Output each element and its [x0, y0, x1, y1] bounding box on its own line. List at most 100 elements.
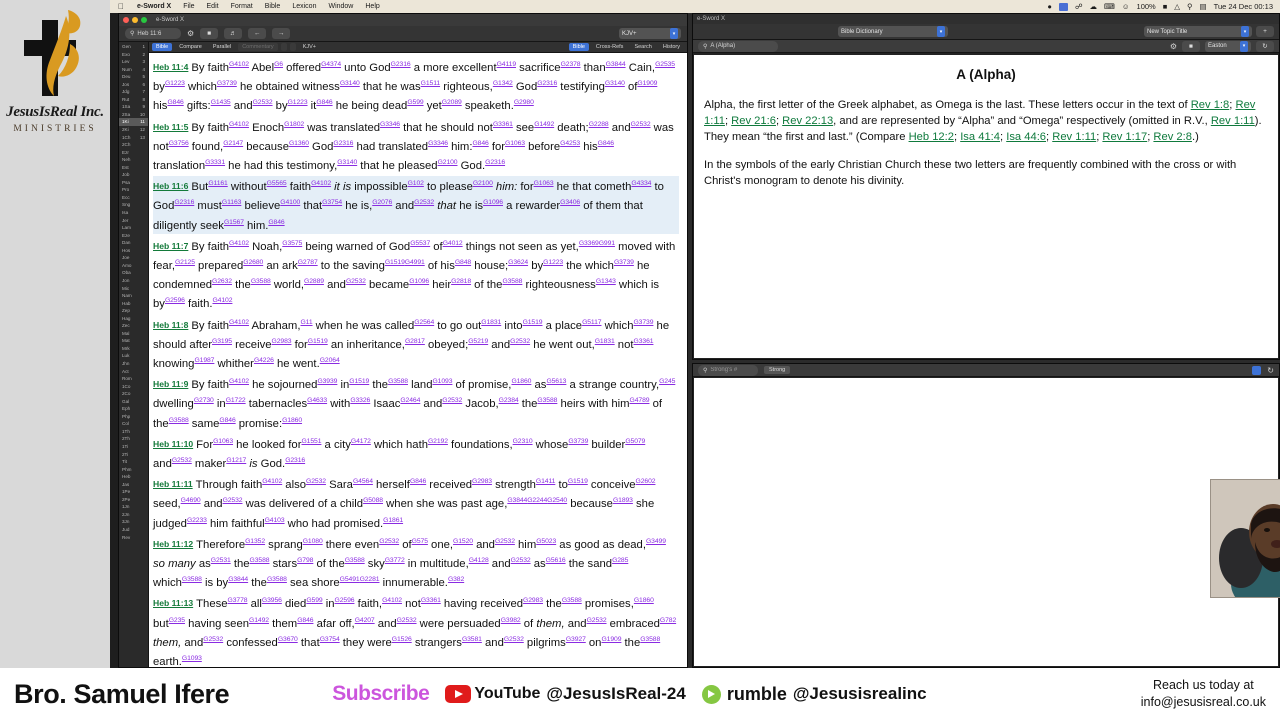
strongs-number[interactable]: G2125: [175, 259, 195, 266]
strongs-number[interactable]: G3140: [605, 80, 625, 87]
strongs-number[interactable]: G4102: [213, 297, 233, 304]
book-item[interactable]: 3Jn: [119, 518, 148, 526]
close-icon[interactable]: [123, 17, 129, 23]
book-list[interactable]: Gen 1 Exo 2 Lev 3 Num 4 Deu 5 Jos 6 Jdg 7 Rut 8 1Sa 9 2Sa 1…: [119, 42, 149, 667]
strongs-number[interactable]: G3588: [169, 417, 189, 424]
dictionary-source-dropdown[interactable]: Easton ▾: [1205, 40, 1251, 52]
strongs-number[interactable]: G3739: [614, 259, 634, 266]
strongs-number[interactable]: G3778: [228, 597, 248, 604]
strongs-number[interactable]: G4102: [382, 597, 402, 604]
strongs-number[interactable]: G1161: [208, 180, 228, 187]
strongs-number[interactable]: G2532: [587, 617, 607, 624]
strongs-number[interactable]: G1217: [226, 457, 246, 464]
scripture-link[interactable]: Rev 2:8: [1153, 131, 1192, 143]
book-item[interactable]: Hag: [119, 315, 148, 323]
menu-lexicon[interactable]: Lexicon: [286, 3, 322, 10]
book-item[interactable]: Pro: [119, 186, 148, 194]
strongs-number[interactable]: G2316: [391, 61, 411, 68]
strongs-number[interactable]: G5613: [546, 378, 566, 385]
strongs-number[interactable]: G3844: [228, 576, 248, 583]
book-item[interactable]: 2Th: [119, 435, 148, 443]
book-item[interactable]: Mal: [119, 330, 148, 338]
book-item[interactable]: Ecc: [119, 194, 148, 202]
book-item[interactable]: Mrk: [119, 345, 148, 353]
refresh-icon[interactable]: ↻: [1256, 40, 1274, 52]
strongs-number[interactable]: G1511: [421, 80, 441, 87]
book-item[interactable]: 2Pe: [119, 496, 148, 504]
add-topic-icon[interactable]: +: [1256, 26, 1274, 37]
strongs-number[interactable]: G1360: [289, 140, 309, 147]
strongs-number[interactable]: G3588: [562, 597, 582, 604]
book-item[interactable]: 1Co: [119, 383, 148, 391]
strongs-number[interactable]: G2680: [243, 259, 263, 266]
strong-filter-icon[interactable]: [1252, 365, 1262, 375]
menu-edit[interactable]: Edit: [201, 3, 225, 10]
strongs-number[interactable]: G2632: [212, 278, 232, 285]
strongs-number[interactable]: G2464: [400, 397, 420, 404]
strongs-number[interactable]: G3575: [282, 240, 302, 247]
strongs-number[interactable]: G5219: [468, 338, 488, 345]
verse[interactable]: Heb 11:12 ThereforeG1352 sprangG1080 ther…: [153, 534, 679, 592]
menu-file[interactable]: File: [177, 3, 200, 10]
book-item[interactable]: Jon: [119, 277, 148, 285]
strongs-number[interactable]: G1163: [222, 199, 242, 206]
dictionary-content[interactable]: A (Alpha) Alpha, the first letter of the…: [694, 55, 1278, 358]
tab-parallel[interactable]: Parallel: [209, 43, 235, 51]
book-item[interactable]: Zep: [119, 307, 148, 315]
strongs-number[interactable]: G4172: [351, 438, 371, 445]
strongs-number[interactable]: G3982: [501, 617, 521, 624]
strongs-number[interactable]: G846: [167, 99, 183, 106]
verse[interactable]: Heb 11:4 By faithG4102 AbelG6 offeredG437…: [153, 57, 679, 115]
strongs-number[interactable]: G1861: [383, 517, 403, 524]
topic-title-dropdown[interactable]: New Topic Title ▾: [1144, 26, 1252, 37]
strongs-number[interactable]: G1987: [194, 357, 214, 364]
verse-pane[interactable]: Heb 11:4 By faithG4102 AbelG6 offeredG437…: [149, 53, 687, 667]
bible-window-titlebar[interactable]: e-Sword X: [119, 14, 687, 26]
strongs-number[interactable]: G3624: [508, 259, 528, 266]
active-app-indicator[interactable]: [1058, 2, 1068, 11]
strongs-number[interactable]: G1492: [249, 617, 269, 624]
verse-reference-input[interactable]: ⚲ Heb 11:6: [125, 28, 181, 39]
strongs-number[interactable]: G2316: [485, 159, 505, 166]
strongs-number[interactable]: G1860: [282, 417, 302, 424]
strongs-number[interactable]: G4102: [229, 121, 249, 128]
strongs-number[interactable]: G2532: [510, 338, 530, 345]
strongs-number[interactable]: G2384: [499, 397, 519, 404]
strongs-number[interactable]: G5537: [410, 240, 430, 247]
user-icon[interactable]: ☺: [1122, 2, 1130, 11]
verse-reference[interactable]: Heb 11:13: [153, 598, 193, 608]
strongs-number[interactable]: G1526: [392, 636, 412, 643]
book-item[interactable]: 2Ti: [119, 451, 148, 459]
bluetooth-icon[interactable]: ☍: [1075, 2, 1083, 11]
strongs-number[interactable]: G1893: [613, 497, 633, 504]
strongs-number[interactable]: G3588: [267, 576, 287, 583]
minimize-icon[interactable]: [132, 17, 138, 23]
strongs-number[interactable]: G2532: [172, 457, 192, 464]
strongs-number[interactable]: G991: [599, 240, 615, 247]
verse-reference[interactable]: Heb 11:11: [153, 479, 193, 489]
book-item[interactable]: Luk: [119, 352, 148, 360]
strongs-number[interactable]: G4102: [262, 478, 282, 485]
note-icon[interactable]: ■: [1182, 40, 1200, 52]
strongs-number[interactable]: G2730: [194, 397, 214, 404]
strongs-number[interactable]: G1831: [595, 338, 615, 345]
book-item[interactable]: 1Ch 13: [119, 134, 148, 142]
strongs-number[interactable]: G5491: [340, 576, 360, 583]
strongs-number[interactable]: G3927: [566, 636, 586, 643]
apple-menu-icon[interactable]: : [118, 2, 124, 11]
strongs-number[interactable]: G3361: [634, 338, 654, 345]
strongs-number[interactable]: G3588: [502, 278, 522, 285]
book-item[interactable]: Col: [119, 420, 148, 428]
book-item[interactable]: Rom: [119, 375, 148, 383]
scripture-link[interactable]: Rev 1:8: [1191, 99, 1230, 111]
book-item[interactable]: Heb: [119, 473, 148, 481]
book-item[interactable]: Jud: [119, 526, 148, 534]
verse[interactable]: Heb 11:13 TheseG3778 allG3956 diedG599 in…: [153, 593, 679, 667]
strongs-number[interactable]: G1519: [349, 378, 369, 385]
scripture-link[interactable]: Rev 1:11: [1052, 131, 1096, 143]
strongs-number[interactable]: G3739: [217, 80, 237, 87]
book-item[interactable]: Num 4: [119, 66, 148, 74]
book-item[interactable]: Deu 5: [119, 73, 148, 81]
strongs-number[interactable]: G1342: [493, 80, 513, 87]
verse-reference[interactable]: Heb 11:12: [153, 539, 193, 549]
